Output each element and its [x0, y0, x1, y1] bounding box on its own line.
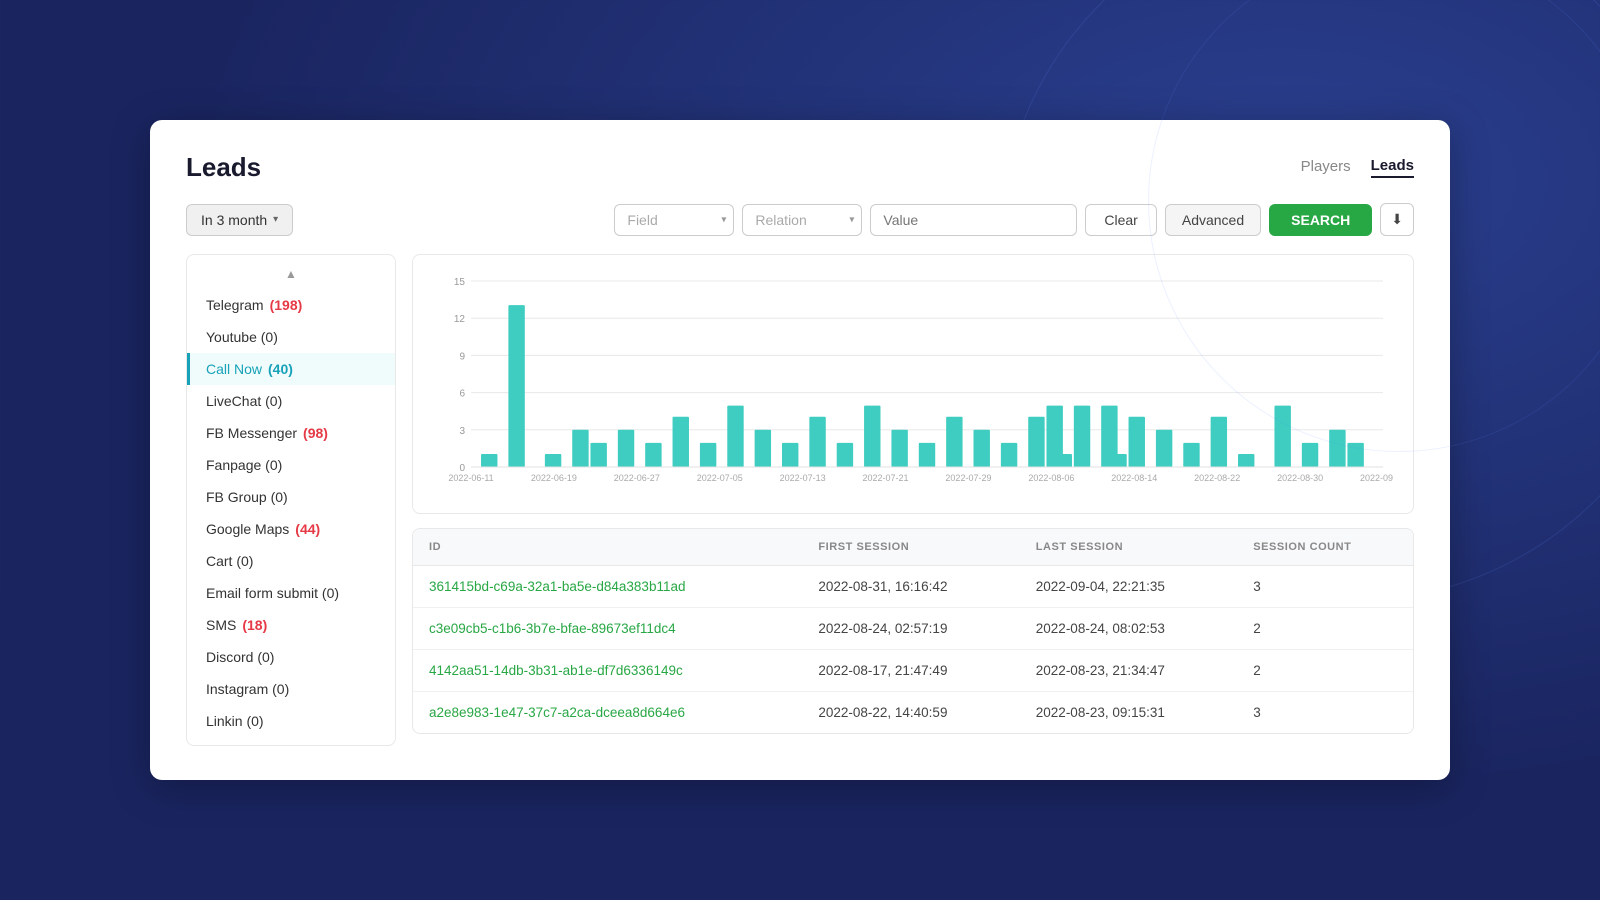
sidebar-item[interactable]: Discord (0): [187, 641, 395, 673]
cell-id[interactable]: a2e8e983-1e47-37c7-a2ca-dceea8d664e6: [413, 692, 802, 734]
sidebar-item-label: Fanpage (0): [206, 457, 282, 473]
sidebar-item-label: Google Maps: [206, 521, 289, 537]
clear-button[interactable]: Clear: [1085, 204, 1156, 236]
col-first-session: FIRST SESSION: [802, 529, 1019, 566]
svg-text:2022-06-27: 2022-06-27: [614, 473, 660, 483]
svg-text:2022-07-29: 2022-07-29: [945, 473, 991, 483]
cell-id[interactable]: 361415bd-c69a-32a1-ba5e-d84a383b11ad: [413, 566, 802, 608]
col-id: ID: [413, 529, 802, 566]
sidebar-item[interactable]: SMS (18): [187, 609, 395, 641]
svg-text:6: 6: [459, 389, 465, 400]
svg-text:2022-07-21: 2022-07-21: [863, 473, 909, 483]
cell-last-session: 2022-08-23, 21:34:47: [1020, 650, 1237, 692]
field-select-wrapper: Field: [614, 204, 734, 236]
sidebar-item-label: Email form submit (0): [206, 585, 339, 601]
sidebar-collapse-button[interactable]: ▲: [187, 263, 395, 289]
chevron-down-icon: ▾: [273, 214, 278, 225]
nav-tabs: Players Leads: [1301, 157, 1414, 178]
svg-text:2022-06-19: 2022-06-19: [531, 473, 577, 483]
col-session-count: SESSION COUNT: [1237, 529, 1413, 566]
cell-session-count: 3: [1237, 566, 1413, 608]
sidebar-item-label: Call Now: [206, 361, 262, 377]
svg-text:2022-06-11: 2022-06-11: [448, 473, 493, 483]
filter-row: In 3 month ▾ Field Relation Clear Advanc…: [186, 203, 1414, 236]
svg-text:3: 3: [459, 426, 465, 437]
svg-text:2022-08-22: 2022-08-22: [1194, 473, 1240, 483]
table-row: 4142aa51-14db-3b31-ab1e-df7d6336149c 202…: [413, 650, 1413, 692]
chart-container: 036912152022-06-112022-06-192022-06-2720…: [412, 254, 1414, 514]
cell-session-count: 2: [1237, 608, 1413, 650]
table-row: c3e09cb5-c1b6-3b7e-bfae-89673ef11dc4 202…: [413, 608, 1413, 650]
cell-id[interactable]: c3e09cb5-c1b6-3b7e-bfae-89673ef11dc4: [413, 608, 802, 650]
cell-session-count: 2: [1237, 650, 1413, 692]
sidebar-item[interactable]: Fanpage (0): [187, 449, 395, 481]
sidebar-item[interactable]: Cart (0): [187, 545, 395, 577]
tab-players[interactable]: Players: [1301, 158, 1351, 177]
download-button[interactable]: ⬇: [1380, 203, 1414, 236]
cell-last-session: 2022-08-23, 09:15:31: [1020, 692, 1237, 734]
period-button[interactable]: In 3 month ▾: [186, 204, 293, 236]
download-icon: ⬇: [1391, 211, 1403, 227]
value-input[interactable]: [870, 204, 1077, 236]
cell-session-count: 3: [1237, 692, 1413, 734]
advanced-button[interactable]: Advanced: [1165, 204, 1261, 236]
search-button[interactable]: SEARCH: [1269, 204, 1372, 236]
sidebar-item[interactable]: Email form submit (0): [187, 577, 395, 609]
table-header-row: ID FIRST SESSION LAST SESSION SESSION CO…: [413, 529, 1413, 566]
sidebar-item[interactable]: FB Group (0): [187, 481, 395, 513]
sidebar-item[interactable]: LiveChat (0): [187, 385, 395, 417]
table-row: a2e8e983-1e47-37c7-a2ca-dceea8d664e6 202…: [413, 692, 1413, 734]
tab-leads[interactable]: Leads: [1371, 157, 1414, 178]
relation-select-wrapper: Relation: [742, 204, 862, 236]
cell-first-session: 2022-08-22, 14:40:59: [802, 692, 1019, 734]
svg-text:9: 9: [459, 351, 465, 362]
sidebar-item-label: Discord (0): [206, 649, 274, 665]
sidebar: ▲ Telegram (198) Youtube (0) Call Now (40)…: [186, 254, 396, 746]
sidebar-item-label: LiveChat (0): [206, 393, 282, 409]
cell-first-session: 2022-08-24, 02:57:19: [802, 608, 1019, 650]
sidebar-item[interactable]: Youtube (0): [187, 321, 395, 353]
sidebar-item[interactable]: FB Messenger (98): [187, 417, 395, 449]
svg-text:12: 12: [454, 314, 466, 325]
sidebar-item[interactable]: Call Now (40): [187, 353, 395, 385]
chart-svg: 036912152022-06-112022-06-192022-06-2720…: [433, 271, 1393, 503]
cell-last-session: 2022-08-24, 08:02:53: [1020, 608, 1237, 650]
sidebar-item[interactable]: Instagram (0): [187, 673, 395, 705]
page-title: Leads: [186, 152, 261, 183]
svg-text:2022-09-07: 2022-09-07: [1360, 473, 1393, 483]
svg-text:2022-08-06: 2022-08-06: [1028, 473, 1074, 483]
cell-id[interactable]: 4142aa51-14db-3b31-ab1e-df7d6336149c: [413, 650, 802, 692]
filter-group: Field Relation Clear Advanced SEARCH ⬇: [614, 203, 1414, 236]
chart-and-table: 036912152022-06-112022-06-192022-06-2720…: [412, 254, 1414, 746]
period-label: In 3 month: [201, 212, 267, 228]
sidebar-item[interactable]: Google Maps (44): [187, 513, 395, 545]
content-row: ▲ Telegram (198) Youtube (0) Call Now (40)…: [186, 254, 1414, 746]
sidebar-item-label: Linkin (0): [206, 713, 264, 729]
svg-text:2022-08-14: 2022-08-14: [1111, 473, 1157, 483]
table-container: ID FIRST SESSION LAST SESSION SESSION CO…: [412, 528, 1414, 734]
sidebar-item-label: Cart (0): [206, 553, 253, 569]
table-row: 361415bd-c69a-32a1-ba5e-d84a383b11ad 202…: [413, 566, 1413, 608]
relation-select[interactable]: Relation: [742, 204, 862, 236]
svg-text:15: 15: [454, 277, 466, 288]
cell-first-session: 2022-08-17, 21:47:49: [802, 650, 1019, 692]
sidebar-item[interactable]: Telegram (198): [187, 289, 395, 321]
svg-text:2022-08-30: 2022-08-30: [1277, 473, 1323, 483]
leads-table: ID FIRST SESSION LAST SESSION SESSION CO…: [413, 529, 1413, 733]
cell-last-session: 2022-09-04, 22:21:35: [1020, 566, 1237, 608]
sidebar-item-label: FB Group (0): [206, 489, 288, 505]
sidebar-item[interactable]: Linkin (0): [187, 705, 395, 737]
main-card: Leads Players Leads In 3 month ▾ Field R…: [150, 120, 1450, 780]
sidebar-item-label: Instagram (0): [206, 681, 289, 697]
field-select[interactable]: Field: [614, 204, 734, 236]
sidebar-item-label: FB Messenger: [206, 425, 297, 441]
svg-text:2022-07-13: 2022-07-13: [780, 473, 826, 483]
sidebar-item-label: SMS: [206, 617, 236, 633]
col-last-session: LAST SESSION: [1020, 529, 1237, 566]
sidebar-item-label: Telegram: [206, 297, 264, 313]
svg-text:2022-07-05: 2022-07-05: [697, 473, 743, 483]
header-row: Leads Players Leads: [186, 152, 1414, 183]
cell-first-session: 2022-08-31, 16:16:42: [802, 566, 1019, 608]
sidebar-item-label: Youtube (0): [206, 329, 278, 345]
